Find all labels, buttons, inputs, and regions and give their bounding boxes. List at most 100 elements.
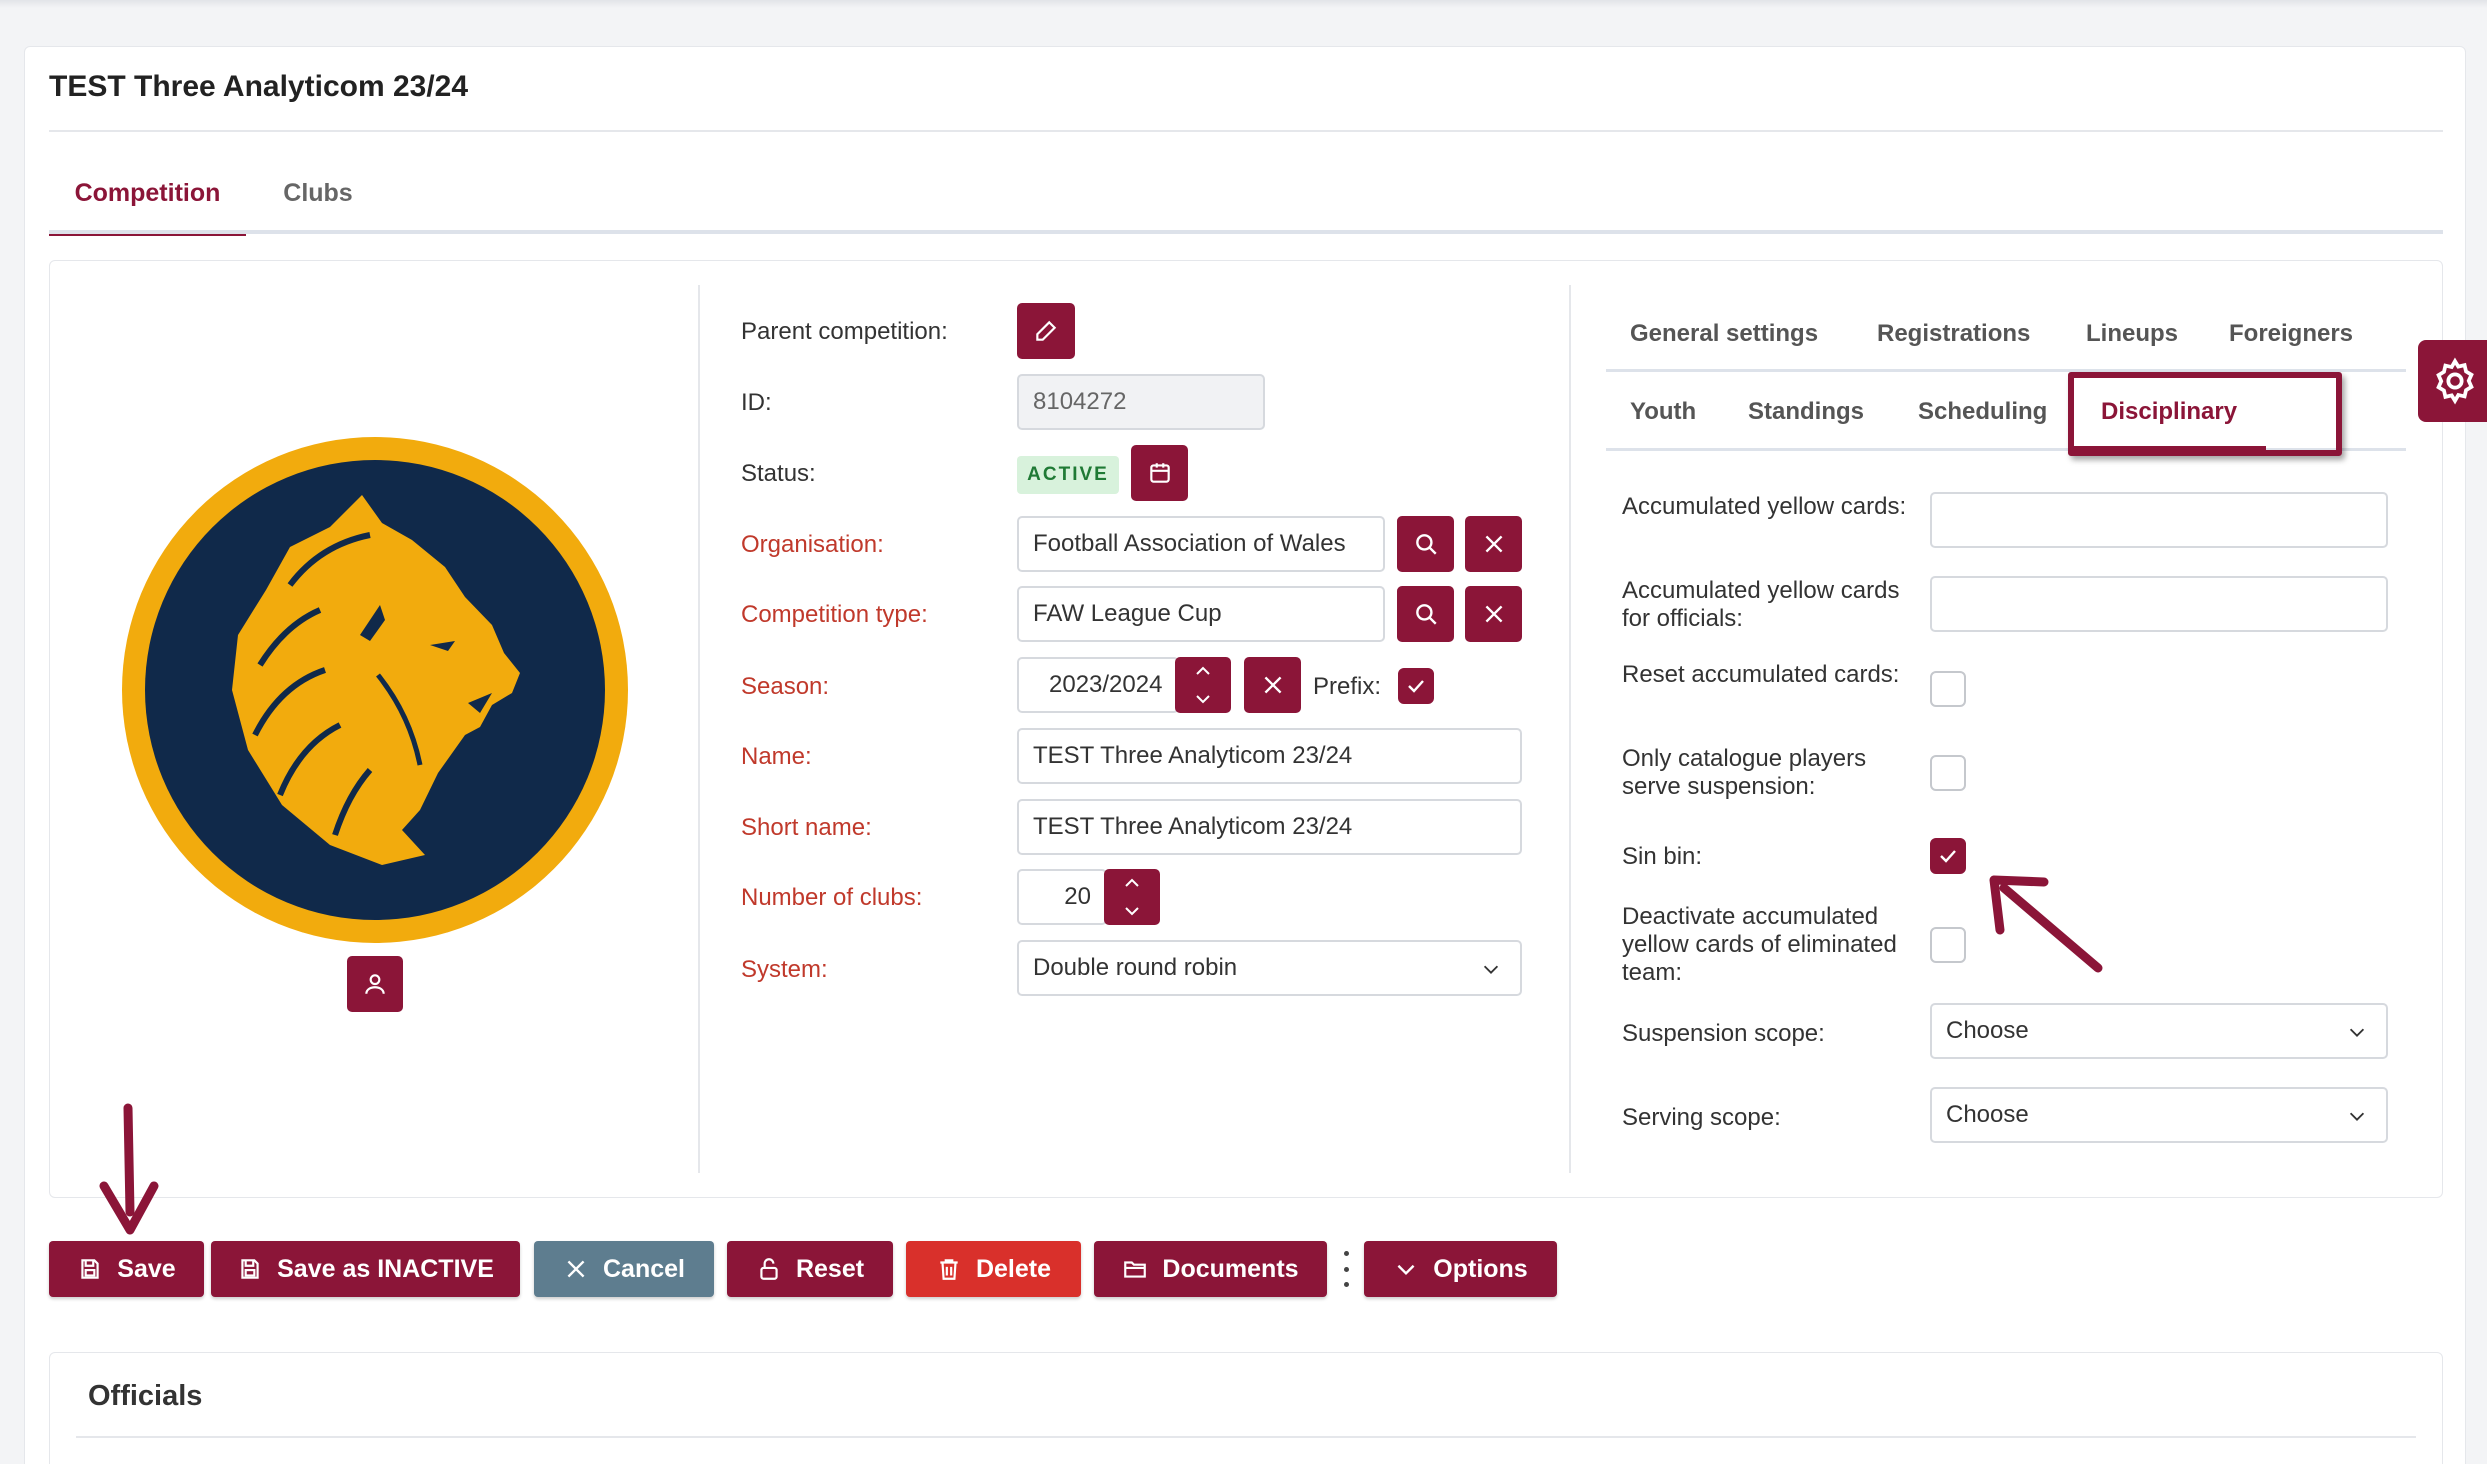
cancel-button[interactable]: Cancel <box>534 1241 714 1297</box>
status-calendar-button[interactable] <box>1131 445 1188 501</box>
organisation-label: Organisation: <box>741 531 884 558</box>
prefix-label: Prefix: <box>1313 673 1382 700</box>
calendar-icon <box>1149 463 1170 483</box>
parent-competition-label: Parent competition: <box>741 318 948 345</box>
user-icon <box>365 974 385 994</box>
season-stepper[interactable] <box>1175 657 1231 713</box>
options-button[interactable]: Options <box>1364 1241 1557 1297</box>
serving-scope-select[interactable]: Choose <box>1930 1087 2388 1143</box>
gear-icon <box>2436 357 2474 405</box>
competition-type-label: Competition type: <box>741 601 928 628</box>
deactivate-accumulated-label: Deactivate accumulated yellow cards of e… <box>1622 903 1897 986</box>
folder-icon <box>1124 1261 1147 1278</box>
tab-lineups[interactable]: Lineups <box>2086 320 2178 348</box>
sin-bin-checkbox[interactable] <box>1930 838 1966 874</box>
tab-competition[interactable]: Competition <box>49 170 246 236</box>
disciplinary-highlight <box>2068 372 2342 456</box>
competition-type-search-button[interactable] <box>1397 586 1454 642</box>
system-select[interactable]: Double round robin <box>1017 940 1522 996</box>
chevron-down-icon <box>1125 907 1139 916</box>
sin-bin-label: Sin bin: <box>1622 843 1703 870</box>
season-clear-button[interactable] <box>1244 657 1301 713</box>
close-icon <box>1485 605 1502 623</box>
main-tabs-divider <box>49 230 2443 234</box>
delete-button-label: Delete <box>975 1254 1052 1283</box>
annotation-arrow-save <box>99 1103 159 1235</box>
tab-foreigners[interactable]: Foreigners <box>2229 320 2353 348</box>
system-select-value: Double round robin <box>1033 954 1238 981</box>
top-shadow <box>0 0 2487 8</box>
parent-edit-button[interactable] <box>1017 303 1075 359</box>
club-logo <box>122 437 628 943</box>
season-label: Season: <box>741 673 830 700</box>
season-field[interactable]: 2023/2024 <box>1017 657 1179 713</box>
officials-panel <box>49 1352 2443 1464</box>
name-label: Name: <box>741 743 812 770</box>
chevron-down-icon <box>2349 1112 2365 1121</box>
accumulated-yellow-field[interactable] <box>1930 492 2388 548</box>
main-tabs: Competition Clubs <box>49 170 2443 236</box>
chevron-down-icon <box>1196 695 1210 704</box>
accumulated-yellow-label: Accumulated yellow cards: <box>1622 493 1907 520</box>
tab-youth[interactable]: Youth <box>1630 398 1696 426</box>
tab-standings[interactable]: Standings <box>1748 398 1864 426</box>
prefix-checkbox[interactable] <box>1398 668 1434 704</box>
organisation-search-button[interactable] <box>1397 516 1454 572</box>
accumulated-yellow-officials-label: Accumulated yellow cards for officials: <box>1622 577 1900 632</box>
save-icon <box>241 1259 259 1279</box>
chevron-down-icon <box>2349 1028 2365 1037</box>
status-badge: ACTIVE <box>1017 456 1119 494</box>
logo-upload-button[interactable] <box>347 956 403 1012</box>
short-name-label: Short name: <box>741 814 872 841</box>
trash-icon <box>940 1259 958 1280</box>
column-divider <box>1569 285 1571 1173</box>
cancel-button-label: Cancel <box>603 1254 685 1283</box>
options-button-label: Options <box>1433 1254 1528 1283</box>
reset-accumulated-label: Reset accumulated cards: <box>1622 661 1900 688</box>
short-name-field[interactable]: TEST Three Analyticom 23/24 <box>1017 799 1522 855</box>
search-icon <box>1415 604 1437 625</box>
competition-type-clear-button[interactable] <box>1465 586 1522 642</box>
reset-accumulated-checkbox[interactable] <box>1930 671 1966 707</box>
deactivate-accumulated-checkbox[interactable] <box>1930 927 1966 963</box>
name-field[interactable]: TEST Three Analyticom 23/24 <box>1017 728 1522 784</box>
annotation-arrow-sin-bin <box>1989 875 2103 973</box>
id-label: ID: <box>741 389 772 416</box>
number-of-clubs-label: Number of clubs: <box>741 884 923 911</box>
serving-scope-value: Choose <box>1946 1101 2029 1128</box>
tab-general-settings[interactable]: General settings <box>1630 320 1818 348</box>
delete-button[interactable]: Delete <box>906 1241 1081 1297</box>
close-icon <box>567 1260 585 1278</box>
settings-gear-tab[interactable] <box>2418 340 2487 422</box>
close-icon <box>1485 535 1502 553</box>
reset-button[interactable]: Reset <box>727 1241 893 1297</box>
status-label: Status: <box>741 460 816 487</box>
tab-registrations[interactable]: Registrations <box>1877 320 2030 348</box>
save-inactive-button[interactable]: Save as INACTIVE <box>211 1241 520 1297</box>
only-catalogue-label: Only catalogue players serve suspension: <box>1622 745 1867 800</box>
chevron-down-icon <box>1483 965 1499 974</box>
accumulated-yellow-officials-field[interactable] <box>1930 576 2388 632</box>
number-of-clubs-field[interactable]: 20 <box>1017 869 1107 925</box>
pencil-icon <box>1036 320 1057 341</box>
lock-icon <box>760 1258 778 1280</box>
suspension-scope-value: Choose <box>1946 1017 2029 1044</box>
system-label: System: <box>741 956 828 983</box>
save-button[interactable]: Save <box>49 1241 204 1297</box>
organisation-clear-button[interactable] <box>1465 516 1522 572</box>
only-catalogue-checkbox[interactable] <box>1930 755 1966 791</box>
organisation-field[interactable]: Football Association of Wales <box>1017 516 1385 572</box>
search-icon <box>1415 534 1437 555</box>
chevron-up-icon <box>1125 878 1139 887</box>
more-actions-kebab[interactable] <box>1338 1251 1354 1287</box>
check-icon <box>1940 850 1956 863</box>
tab-clubs[interactable]: Clubs <box>263 170 373 236</box>
competition-type-field[interactable]: FAW League Cup <box>1017 586 1385 642</box>
check-icon <box>1408 680 1424 693</box>
officials-divider <box>76 1436 2416 1438</box>
tab-scheduling[interactable]: Scheduling <box>1918 398 2047 426</box>
suspension-scope-select[interactable]: Choose <box>1930 1003 2388 1059</box>
documents-button[interactable]: Documents <box>1094 1241 1327 1297</box>
serving-scope-label: Serving scope: <box>1622 1104 1781 1131</box>
number-of-clubs-stepper[interactable] <box>1104 869 1160 925</box>
